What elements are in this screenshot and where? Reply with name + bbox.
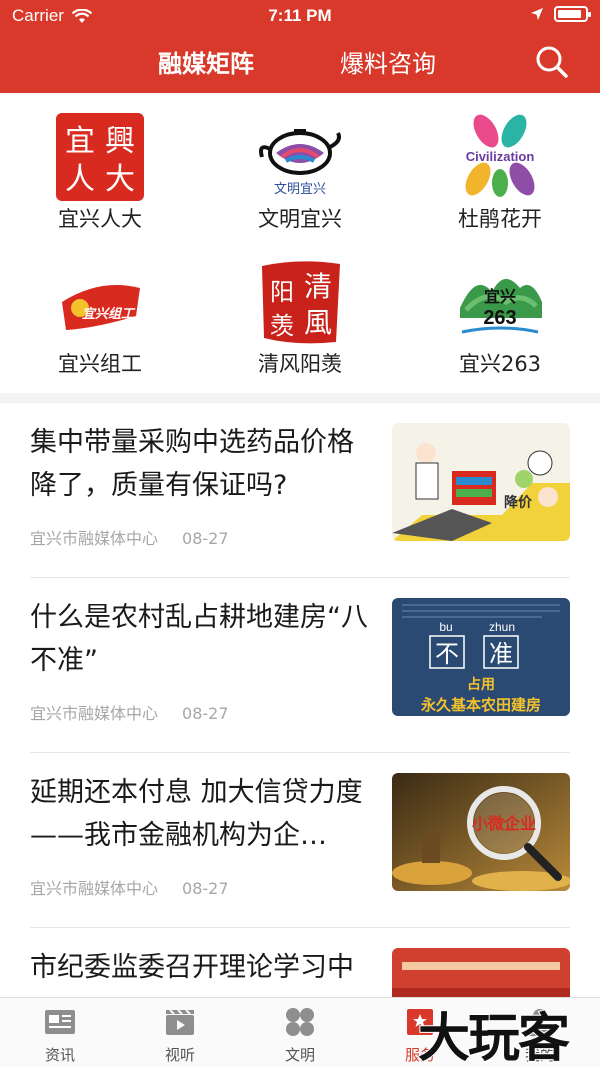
- grid-item-qingfeng-yangxian[interactable]: 清 風 阳 羡 清风阳羡: [200, 238, 400, 378]
- location-icon: [531, 8, 543, 20]
- svg-text:興: 興: [105, 124, 135, 159]
- teapot-logo: 文明宜兴: [259, 129, 341, 197]
- news-title: 延期还本付息 加大信贷力度——我市金融机构为企…: [30, 777, 363, 851]
- grid-label: 宜兴263: [458, 352, 542, 376]
- news-thumbnail: 小微企业: [392, 773, 570, 891]
- grid-item-yixing-renda[interactable]: 宜 興 人 大 宜兴人大: [0, 93, 200, 233]
- grid-label: 清风阳羡: [258, 352, 342, 376]
- civilization-icon: [286, 1008, 314, 1036]
- news-title: 什么是农村乱占耕地建房“八不准”: [30, 602, 368, 676]
- media-grid: 宜 興 人 大 宜兴人大 文明宜兴 文明宜兴 Civilization 杜鹃花开…: [0, 93, 600, 393]
- grid-label: 宜兴人大: [58, 207, 142, 231]
- grid-item-wenming-yixing[interactable]: 文明宜兴 文明宜兴: [200, 93, 400, 233]
- party-logo: 宜兴组工: [62, 285, 140, 330]
- tabbar-item-video[interactable]: 视听: [120, 998, 240, 1067]
- grid-label: 文明宜兴: [258, 207, 342, 231]
- search-button[interactable]: [534, 44, 570, 80]
- thumb-char-2: 准: [489, 640, 513, 668]
- svg-text:羡: 羡: [270, 312, 294, 340]
- grid-label: 宜兴组工: [58, 352, 142, 376]
- news-item[interactable]: 市纪委监委召开理论学习中: [0, 928, 600, 997]
- news-thumbnail: [392, 948, 570, 997]
- tab-media-matrix[interactable]: 融媒矩阵: [158, 44, 254, 79]
- section-gap: [0, 393, 600, 403]
- search-icon: [536, 46, 568, 78]
- tabbar-label: 视听: [164, 1046, 195, 1064]
- svg-text:Civilization: Civilization: [466, 149, 535, 164]
- news-meta: 宜兴市融媒体中心 08-27: [30, 700, 229, 724]
- news-title: 市纪委监委召开理论学习中: [30, 952, 354, 983]
- top-bar: Carrier 7:11 PM 融媒矩阵 爆料咨询: [0, 0, 600, 93]
- svg-text:宜: 宜: [65, 124, 95, 159]
- news-meta: 宜兴市融媒体中心 08-27: [30, 875, 229, 899]
- status-right: [530, 6, 591, 22]
- news-thumbnail: 降价: [392, 423, 570, 541]
- news-list: 集中带量采购中选药品价格降了，质量有保证吗? 宜兴市融媒体中心 08-27 降价 …: [0, 403, 600, 997]
- yixing-263-logo: 宜兴 263: [460, 278, 542, 334]
- svg-text:大: 大: [105, 162, 135, 197]
- news-thumbnail: bu zhun 不 准 占用 永久基本农田建房: [392, 598, 570, 716]
- thumb-pinyin-1: bu: [439, 620, 452, 634]
- news-source: 宜兴市融媒体中心: [30, 879, 159, 898]
- news-item[interactable]: 集中带量采购中选药品价格降了，质量有保证吗? 宜兴市融媒体中心 08-27 降价: [0, 403, 600, 578]
- tabbar-item-news[interactable]: 资讯: [0, 998, 120, 1067]
- svg-text:文明宜兴: 文明宜兴: [274, 182, 326, 197]
- grid-item-yixing-263[interactable]: 宜兴 263 宜兴263: [400, 238, 600, 378]
- status-bar: Carrier 7:11 PM: [0, 0, 600, 32]
- tab-tip-off[interactable]: 爆料咨询: [340, 44, 436, 79]
- news-icon: [45, 1010, 75, 1034]
- svg-text:清: 清: [304, 270, 332, 303]
- grid-item-yixing-zugong[interactable]: 宜兴组工 宜兴组工: [0, 238, 200, 378]
- news-item[interactable]: 延期还本付息 加大信贷力度——我市金融机构为企… 宜兴市融媒体中心 08-27 小…: [0, 753, 600, 928]
- tabbar-item-civilization[interactable]: 文明: [240, 998, 360, 1067]
- news-date: 08-27: [182, 704, 229, 723]
- svg-text:風: 風: [304, 306, 332, 339]
- yixing-renda-logo: 宜 興 人 大: [56, 113, 144, 201]
- thumb-line-2: 永久基本农田建房: [420, 696, 541, 714]
- civilization-logo: Civilization: [465, 114, 535, 197]
- thumb-line-1: 占用: [467, 676, 495, 693]
- thumb-pinyin-2: zhun: [489, 620, 515, 634]
- news-title: 集中带量采购中选药品价格降了，质量有保证吗?: [30, 427, 354, 501]
- thumb-char-1: 不: [435, 640, 459, 668]
- news-date: 08-27: [182, 879, 229, 898]
- svg-text:人: 人: [65, 162, 95, 197]
- svg-text:阳: 阳: [270, 278, 294, 306]
- battery-icon: [554, 6, 591, 22]
- watermark: 大玩客: [417, 1008, 571, 1067]
- news-meta: 宜兴市融媒体中心 08-27: [30, 525, 229, 549]
- grid-item-dujuan-huakai[interactable]: Civilization 杜鹃花开: [400, 93, 600, 233]
- news-date: 08-27: [182, 529, 229, 548]
- svg-text:263: 263: [483, 307, 516, 329]
- status-time: 7:11 PM: [268, 6, 332, 25]
- svg-text:宜兴组工: 宜兴组工: [82, 306, 136, 322]
- video-icon: [166, 1009, 194, 1035]
- grid-label: 杜鹃花开: [458, 207, 542, 231]
- news-item[interactable]: 什么是农村乱占耕地建房“八不准” 宜兴市融媒体中心 08-27 bu zhun 不…: [0, 578, 600, 753]
- tabbar-label: 资讯: [44, 1046, 75, 1064]
- tabbar-label: 文明: [284, 1046, 315, 1064]
- news-source: 宜兴市融媒体中心: [30, 529, 159, 548]
- qingfeng-seal-logo: 清 風 阳 羡: [262, 261, 340, 344]
- news-source: 宜兴市融媒体中心: [30, 704, 159, 723]
- svg-text:宜兴: 宜兴: [484, 287, 516, 306]
- header-tabs: 融媒矩阵 爆料咨询: [0, 44, 600, 80]
- thumb-caption: 降价: [504, 494, 533, 511]
- thumb-caption: 小微企业: [472, 814, 536, 833]
